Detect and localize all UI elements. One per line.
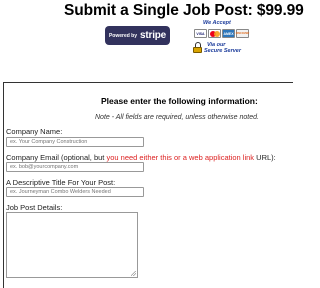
stripe-powered-by-label: Powered by — [108, 32, 138, 39]
company-email-label: Company Email (optional, but you need ei… — [6, 153, 276, 162]
resize-grip-icon[interactable] — [131, 271, 136, 276]
amex-card-icon: AMEX — [222, 29, 235, 38]
company-name-input[interactable] — [6, 137, 144, 147]
job-details-label: Job Post Details: — [6, 203, 63, 212]
form-heading: Please enter the following information: — [101, 96, 258, 106]
we-accept-label: We Accept — [203, 20, 231, 26]
amex-card-label: AMEX — [223, 31, 234, 36]
form-note: Note - All fields are required, unless o… — [95, 114, 259, 121]
company-email-label-requirement: you need either this or a web applicatio… — [106, 153, 255, 162]
secure-server-label: Via our Secure Server — [204, 42, 241, 54]
accepted-cards: VISA AMEX DISCOVER — [194, 29, 249, 38]
mastercard-card-icon — [208, 29, 221, 38]
company-email-input[interactable] — [6, 162, 144, 172]
page-title: Submit a Single Job Post: $99.99 — [64, 2, 304, 19]
company-email-label-end: URL): — [254, 153, 276, 162]
company-email-label-start: Company Email (optional, but — [6, 153, 107, 162]
visa-card-icon: VISA — [194, 29, 207, 38]
job-details-textarea[interactable] — [6, 212, 138, 278]
stripe-badge[interactable]: Powered by stripe — [105, 26, 170, 45]
post-title-input[interactable] — [6, 187, 144, 197]
discover-card-icon: DISCOVER — [236, 29, 249, 38]
stripe-logo: stripe — [140, 30, 167, 41]
discover-card-label: DISCOVER — [235, 32, 250, 35]
lock-icon — [193, 42, 202, 53]
secure-line-2: Secure Server — [204, 48, 241, 54]
post-title-label: A Descriptive Title For Your Post: — [6, 178, 116, 187]
visa-card-label: VISA — [196, 31, 205, 36]
company-name-label: Company Name: — [6, 127, 63, 136]
